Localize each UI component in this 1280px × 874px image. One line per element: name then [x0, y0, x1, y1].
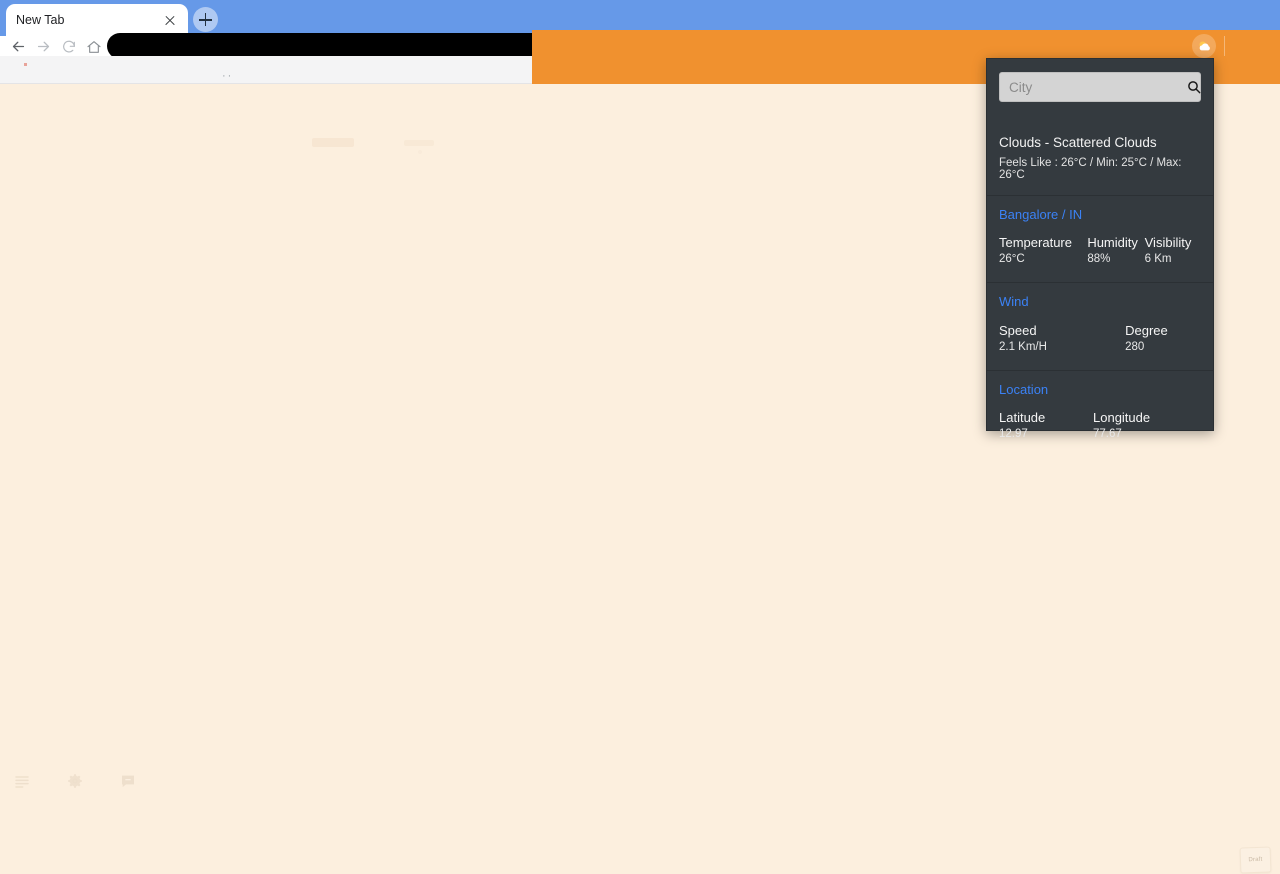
draft-badge[interactable]: Draft — [1239, 846, 1272, 874]
reload-icon — [62, 40, 75, 52]
page-bottom-toolbar — [10, 769, 140, 793]
sun-cloud-icon — [1198, 40, 1210, 50]
home-icon — [86, 40, 101, 53]
arrow-left-icon — [12, 41, 25, 52]
metric-label: Humidity — [1087, 235, 1138, 251]
browser-tab[interactable]: New Tab — [6, 4, 188, 36]
section-title: Wind — [999, 294, 1029, 310]
metric-cell: Speed 2.1 Km/H — [999, 323, 1125, 353]
faint-placeholder-block — [312, 138, 354, 147]
metric-label: Longitude — [1093, 410, 1151, 426]
condition-block: Clouds - Scattered Clouds Feels Like : 2… — [987, 102, 1213, 181]
metric-label: Speed — [999, 322, 1037, 338]
search-input[interactable] — [1009, 79, 1186, 95]
metric-label: Visibility — [1144, 235, 1192, 251]
metric-cell: Visibility 6 Km — [1145, 235, 1201, 265]
metric-cell: Latitude 12.97 — [999, 410, 1093, 440]
decorative-marker — [24, 63, 27, 66]
section-title: Location — [999, 381, 1049, 397]
search-button[interactable] — [1186, 78, 1202, 96]
metric-label: Degree — [1125, 322, 1168, 338]
tab-title: New Tab — [16, 13, 65, 27]
draft-label: Draft — [1248, 856, 1263, 864]
metric-cell: Humidity 88% — [1087, 235, 1144, 265]
metric-value: 88% — [1087, 253, 1111, 266]
weather-section: Bangalore / IN Temperature 26°C Humidity 88%… — [987, 194, 1213, 269]
new-tab-button[interactable] — [193, 7, 218, 32]
weather-section: Location Latitude 12.97 Longitude 77.67 — [987, 369, 1213, 444]
condition-detail: Feels Like : 26°C / Min: 25°C / Max: 26°… — [999, 156, 1182, 181]
metric-value: 12.97 — [999, 428, 1028, 441]
weather-extension-button[interactable] — [1192, 34, 1216, 58]
weather-section: Wind Speed 2.1 Km/H Degree 280 — [987, 282, 1213, 356]
list-icon[interactable] — [10, 769, 34, 793]
metric-cell: Degree 280 — [1125, 323, 1201, 353]
metric-value: 6 Km — [1144, 253, 1172, 266]
metric-value: 2.1 Km/H — [999, 340, 1047, 353]
gear-icon[interactable] — [63, 769, 87, 793]
metric-row: Speed 2.1 Km/H Degree 280 — [999, 323, 1201, 356]
faint-placeholder-dot — [418, 150, 422, 154]
faint-placeholder-block — [404, 140, 434, 146]
metric-label: Latitude — [999, 410, 1046, 426]
arrow-right-icon — [37, 41, 50, 52]
metric-row: Latitude 12.97 Longitude 77.67 — [999, 410, 1201, 443]
weather-sections: Bangalore / IN Temperature 26°C Humidity 88%… — [987, 194, 1213, 444]
chat-icon[interactable] — [116, 769, 140, 793]
metric-row: Temperature 26°C Humidity 88% Visibility 6 Km — [999, 235, 1201, 268]
metric-label: Temperature — [999, 235, 1072, 251]
bookmarks-overflow: ·· — [222, 70, 234, 82]
metric-cell: Temperature 26°C — [999, 235, 1087, 265]
metric-value: 77.67 — [1093, 428, 1122, 441]
city-search-bar[interactable] — [999, 72, 1201, 102]
metric-value: 280 — [1125, 340, 1145, 353]
section-title: Bangalore / IN — [999, 206, 1083, 222]
toolbar-separator — [1224, 36, 1225, 56]
close-icon[interactable] — [162, 12, 178, 28]
weather-extension-popup: Clouds - Scattered Clouds Feels Like : 2… — [986, 58, 1214, 440]
condition-summary: Clouds - Scattered Clouds — [999, 135, 1157, 150]
bookmarks-bar — [0, 56, 532, 84]
metric-value: 26°C — [999, 253, 1025, 266]
metric-cell: Longitude 77.67 — [1093, 410, 1173, 440]
search-icon — [1188, 81, 1201, 94]
